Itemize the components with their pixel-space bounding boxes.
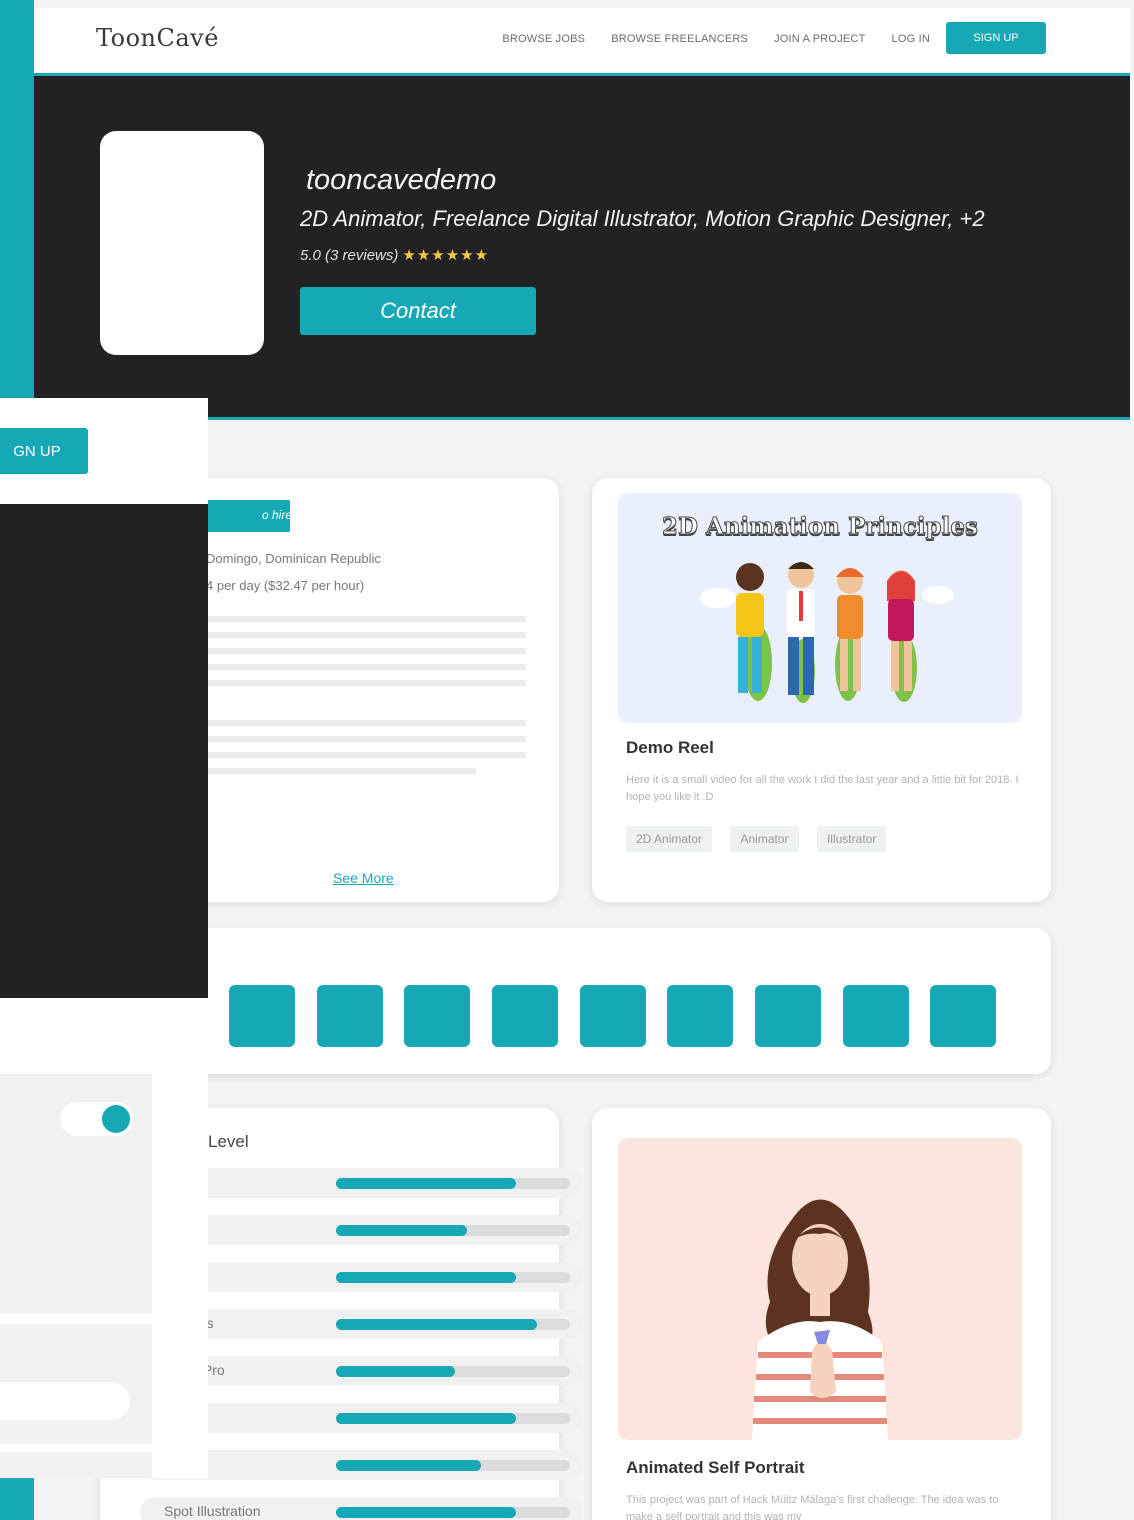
nav-join-project[interactable]: JOIN A PROJECT xyxy=(774,33,865,45)
characters-illustration xyxy=(700,562,954,703)
profile-header: tooncavedemo 2D Animator, Freelance Digi… xyxy=(34,76,1130,420)
rating-text: 5.0 (3 reviews) xyxy=(300,247,399,264)
nav-browse-jobs[interactable]: BROWSE JOBS xyxy=(502,33,585,45)
tool-tile[interactable] xyxy=(317,985,383,1047)
contact-button[interactable]: Contact xyxy=(300,287,536,335)
tool-tile[interactable] xyxy=(229,985,295,1047)
skill-bar-track xyxy=(336,1413,570,1424)
skill-bar-fill xyxy=(336,1319,538,1330)
portrait-description: This project was part of Hack Mültz Mála… xyxy=(626,1494,999,1520)
bio-placeholder xyxy=(206,616,526,774)
overlay-toggle[interactable] xyxy=(60,1102,134,1136)
skills-heading: Level xyxy=(208,1132,249,1151)
overlay-preview: GN UP xyxy=(0,398,208,1478)
demo-reel-description: Here it is a small video for all the wor… xyxy=(626,774,1019,803)
tool-tile[interactable] xyxy=(843,985,909,1047)
portrait-card: Animated Self Portrait This project was … xyxy=(592,1108,1051,1520)
nav-links: BROWSE JOBS BROWSE FREELANCERS JOIN A PR… xyxy=(502,33,930,45)
tag-animator[interactable]: Animator xyxy=(730,826,799,852)
about-card: o hire Domingo, Dominican Republic 4 per… xyxy=(154,478,559,902)
overlay-hero xyxy=(0,504,208,998)
tag-2d-animator[interactable]: 2D Animator xyxy=(626,826,713,852)
skill-bar-track xyxy=(336,1319,570,1330)
skill-bar-fill xyxy=(336,1272,517,1283)
skill-bar-track xyxy=(336,1272,570,1283)
tag-illustrator[interactable]: Illustrator xyxy=(816,826,887,852)
banner-title: 2D Animation Principles xyxy=(662,513,979,541)
skill-bar-track xyxy=(336,1460,570,1471)
overlay-toggle-knob xyxy=(102,1105,130,1133)
skill-bar-fill xyxy=(336,1366,456,1377)
avatar xyxy=(100,131,264,355)
tool-tile[interactable] xyxy=(580,985,646,1047)
skill-row: Spot Illustration xyxy=(140,1497,582,1520)
skill-label: Spot Illustration xyxy=(164,1503,261,1519)
skill-bar-track xyxy=(336,1366,570,1377)
tool-tile[interactable] xyxy=(755,985,821,1047)
demo-reel-tags: 2D Animator Animator Illustrator xyxy=(626,826,900,852)
overlay-divider xyxy=(0,1314,152,1324)
tool-tile[interactable] xyxy=(404,985,470,1047)
overlay-panel xyxy=(0,1074,152,1478)
signup-button[interactable]: SIGN UP xyxy=(946,22,1046,54)
demo-reel-card: 2D Animation Principles Demo Reel Here i… xyxy=(592,478,1051,902)
rating-stars-icon: ★★★★★★ xyxy=(402,247,490,264)
location-text: Domingo, Dominican Republic xyxy=(206,551,381,566)
tool-tile[interactable] xyxy=(492,985,558,1047)
hire-badge: o hire xyxy=(204,500,290,532)
portrait-illustration xyxy=(752,1199,888,1440)
portrait-thumbnail[interactable] xyxy=(618,1138,1022,1440)
profile-username: tooncavedemo xyxy=(306,164,497,196)
portrait-title[interactable]: Animated Self Portrait xyxy=(626,1458,805,1478)
overlay-divider xyxy=(0,1444,152,1452)
skill-bar-fill xyxy=(336,1178,517,1189)
overlay-field[interactable] xyxy=(0,1382,130,1420)
tool-tile[interactable] xyxy=(667,985,733,1047)
rate-text: 4 per day ($32.47 per hour) xyxy=(206,578,365,593)
nav-log-in[interactable]: LOG IN xyxy=(892,33,931,45)
see-more-link[interactable]: See More xyxy=(333,870,394,886)
skill-bar-track xyxy=(336,1507,570,1518)
skill-bar-track xyxy=(336,1225,570,1236)
top-navbar: ToonCavé BROWSE JOBS BROWSE FREELANCERS … xyxy=(34,8,1130,76)
overlay-signup-button[interactable]: GN UP xyxy=(0,428,88,474)
skill-bar-fill xyxy=(336,1413,517,1424)
skill-bar-track xyxy=(336,1178,570,1189)
demo-reel-thumbnail[interactable]: 2D Animation Principles xyxy=(618,493,1022,723)
tool-tile[interactable] xyxy=(930,985,996,1047)
profile-rating: 5.0 (3 reviews) ★★★★★★ xyxy=(300,246,489,264)
skill-bar-fill xyxy=(336,1225,468,1236)
skill-bar-fill xyxy=(336,1507,517,1518)
demo-reel-title[interactable]: Demo Reel xyxy=(626,738,714,758)
nav-browse-freelancers[interactable]: BROWSE FREELANCERS xyxy=(611,33,748,45)
skill-bar-fill xyxy=(336,1460,482,1471)
logo[interactable]: ToonCavé xyxy=(96,24,219,52)
profile-roles: 2D Animator, Freelance Digital Illustrat… xyxy=(300,206,985,231)
